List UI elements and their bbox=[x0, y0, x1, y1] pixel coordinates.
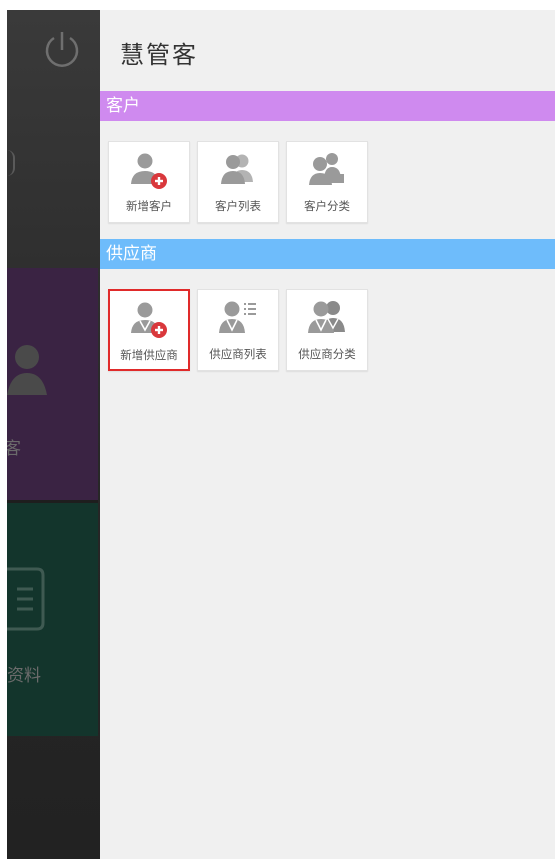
section-header-customer: 客户 bbox=[100, 91, 555, 121]
add-supplier-icon bbox=[131, 302, 167, 338]
supplier-list-button[interactable]: 供应商列表 bbox=[197, 289, 279, 371]
background-tile-material-label: 资料 bbox=[7, 666, 41, 686]
supplier-button-row: 新增供应商 供应商列表 供应商分类 bbox=[108, 289, 368, 371]
background-tile-customer-label: 户客 bbox=[7, 439, 21, 459]
customer-category-icon bbox=[309, 153, 344, 185]
add-customer-icon bbox=[131, 153, 167, 189]
background-fragment bbox=[7, 150, 15, 176]
background-tile-material[interactable]: 资料 bbox=[7, 500, 98, 736]
drawer-title: 慧管客 bbox=[120, 41, 198, 69]
document-icon bbox=[7, 567, 45, 631]
customer-list-button[interactable]: 客户列表 bbox=[197, 141, 279, 223]
add-supplier-label: 新增供应商 bbox=[120, 348, 178, 362]
customer-list-label: 客户列表 bbox=[215, 199, 261, 213]
section-header-supplier: 供应商 bbox=[100, 239, 555, 269]
supplier-category-button[interactable]: 供应商分类 bbox=[286, 289, 368, 371]
customer-list-icon bbox=[221, 154, 253, 184]
person-icon bbox=[7, 345, 47, 395]
screen: 户客 资料 慧管客 客户 bbox=[0, 0, 555, 859]
background-app: 户客 资料 bbox=[7, 10, 100, 859]
side-drawer: 慧管客 客户 新增客户 客户列表 客户分类 供应商 新增供应商 供应商列表 供应… bbox=[100, 10, 555, 859]
supplier-category-icon bbox=[308, 301, 345, 333]
power-icon[interactable] bbox=[40, 28, 84, 72]
supplier-list-label: 供应商列表 bbox=[209, 347, 267, 361]
add-supplier-button[interactable]: 新增供应商 bbox=[108, 289, 190, 371]
supplier-list-icon bbox=[219, 301, 256, 333]
background-tile-customer[interactable]: 户客 bbox=[7, 268, 98, 501]
supplier-category-label: 供应商分类 bbox=[298, 347, 356, 361]
customer-button-row: 新增客户 客户列表 客户分类 bbox=[108, 141, 368, 223]
add-customer-label: 新增客户 bbox=[126, 199, 172, 213]
customer-category-label: 客户分类 bbox=[304, 199, 350, 213]
add-customer-button[interactable]: 新增客户 bbox=[108, 141, 190, 223]
customer-category-button[interactable]: 客户分类 bbox=[286, 141, 368, 223]
